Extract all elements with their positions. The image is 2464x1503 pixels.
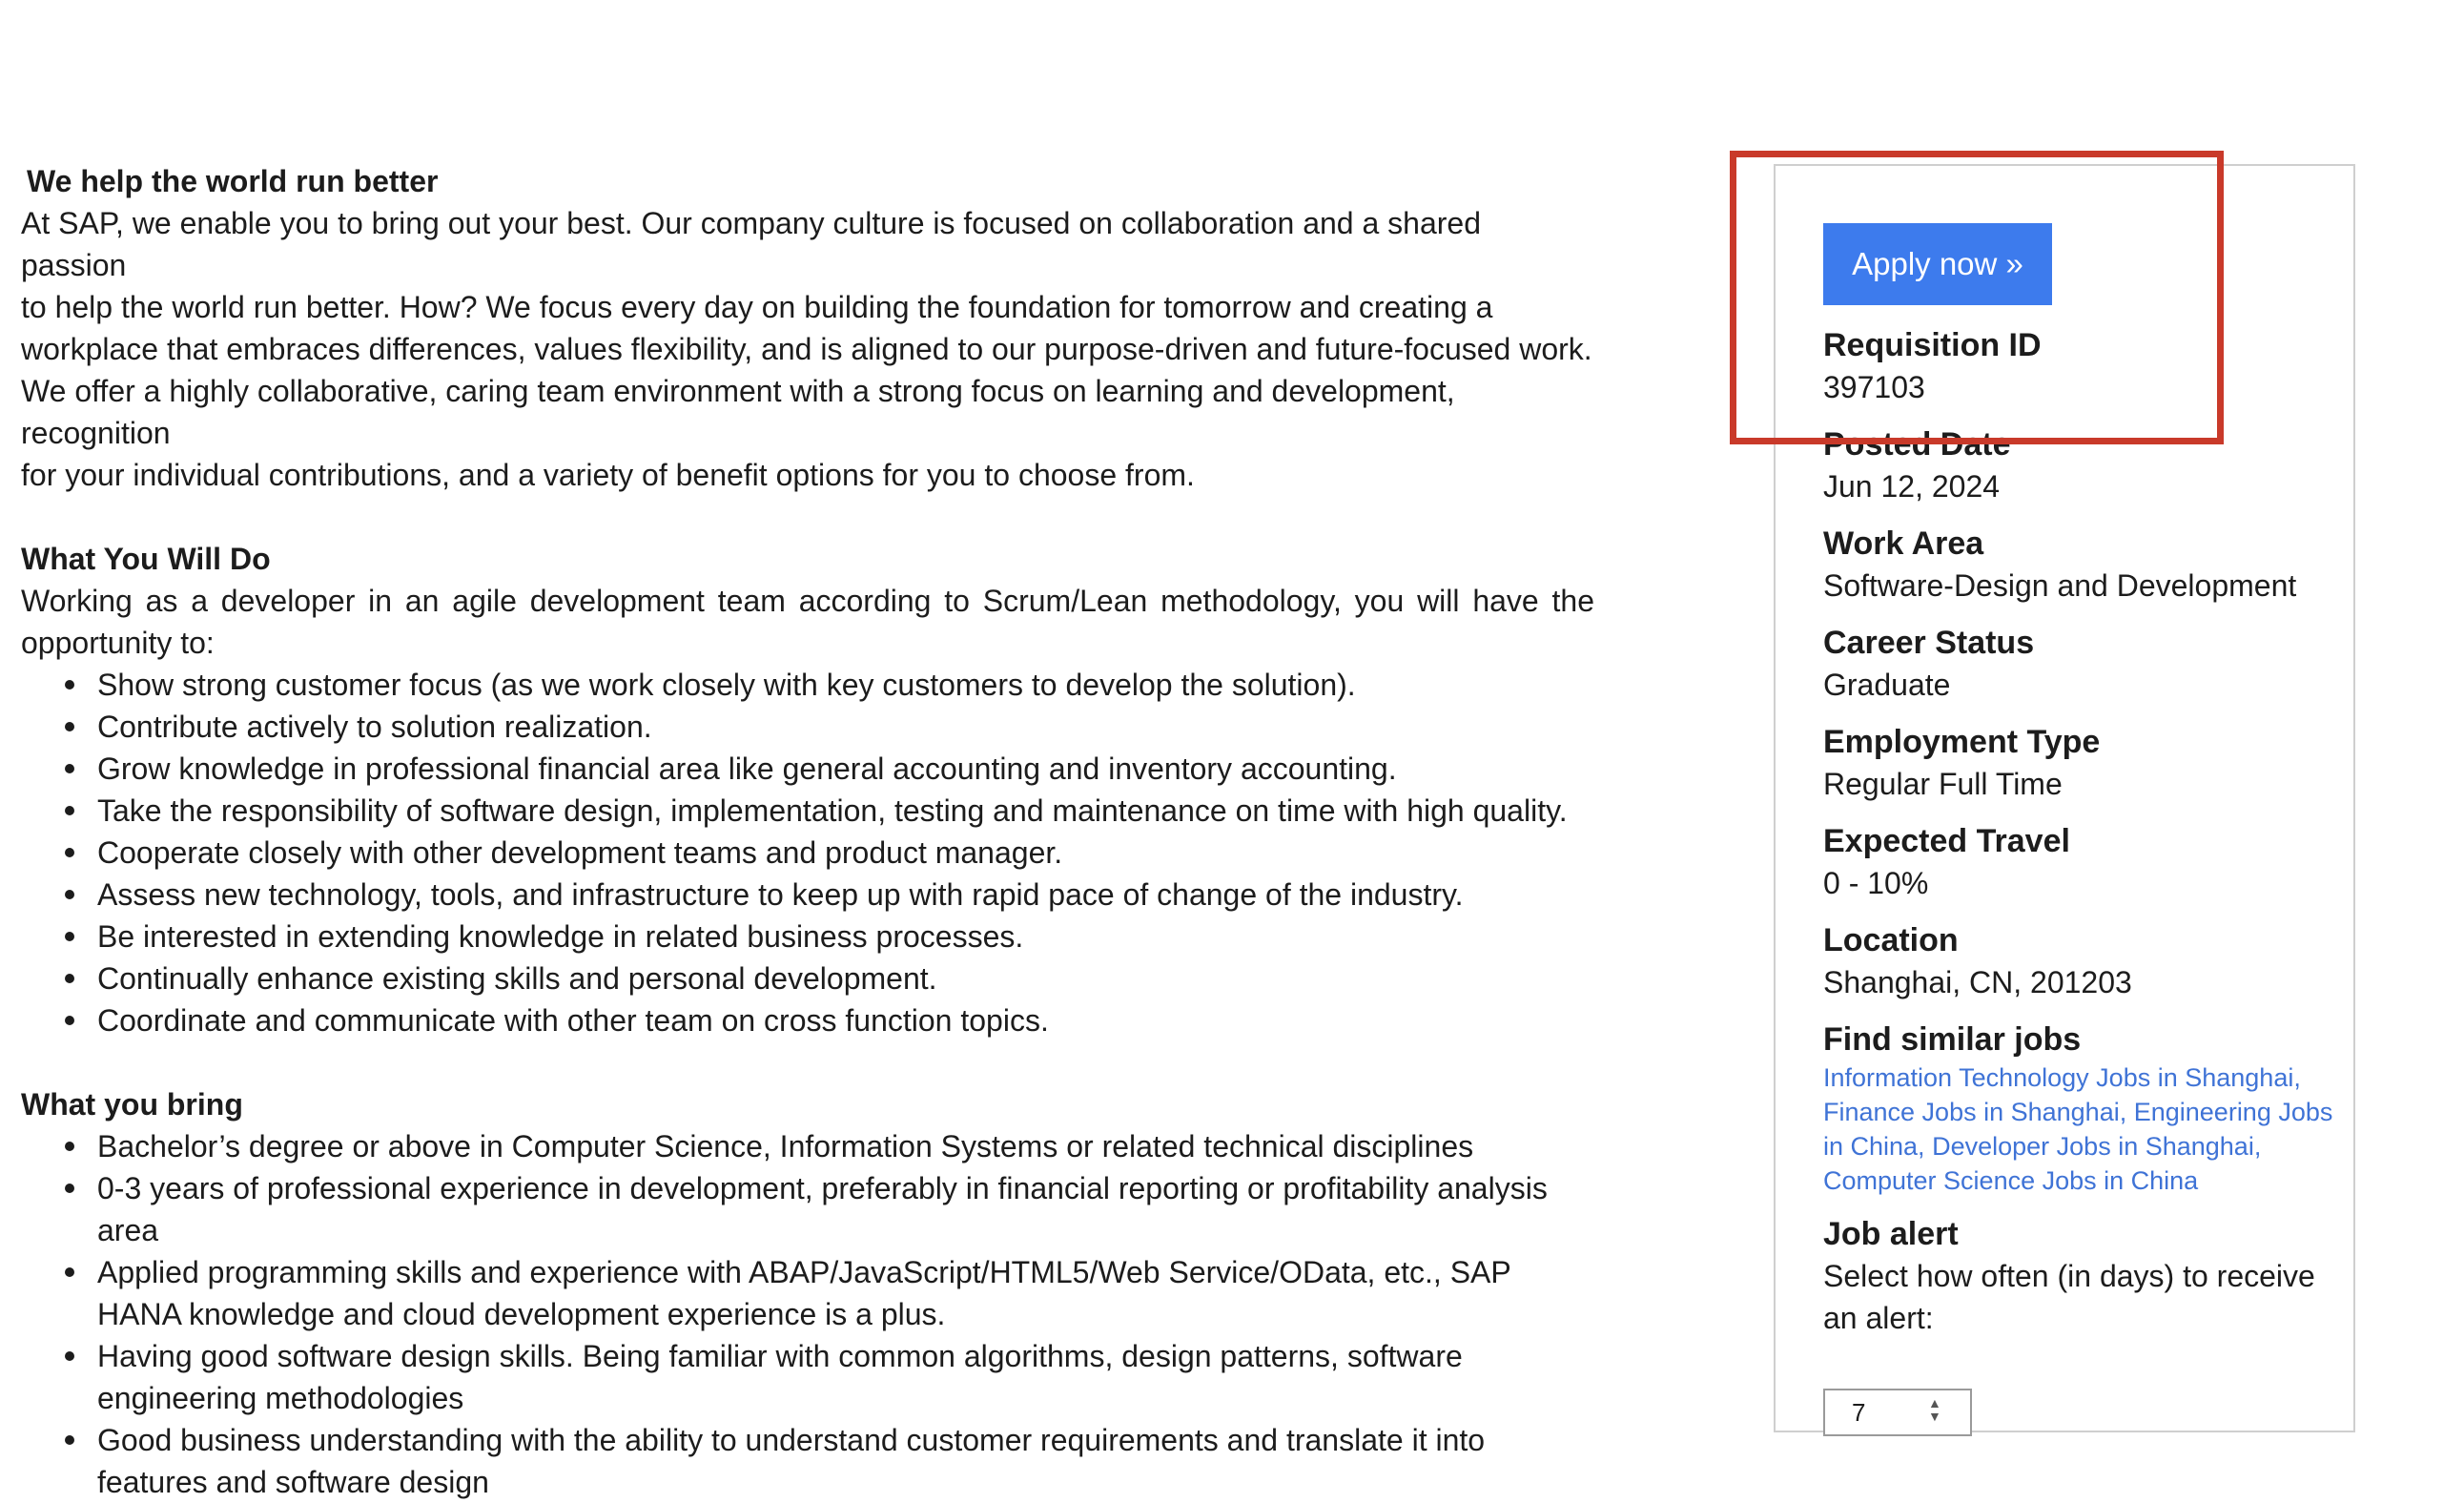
bullet-icon <box>65 1016 74 1025</box>
field-label: Job alert <box>1823 1216 1959 1252</box>
list-item: Contribute actively to solution realizat… <box>65 706 1594 748</box>
field-label: Requisition ID <box>1823 327 2042 363</box>
bullet-icon <box>65 1267 74 1277</box>
apply-now-button[interactable]: Apply now » <box>1823 223 2052 305</box>
bullet-icon <box>65 764 74 773</box>
what-you-do-intro: Working as a developer in an agile devel… <box>21 584 1594 660</box>
list-item: Continually enhance existing skills and … <box>65 957 1594 999</box>
field-label: Posted Date <box>1823 426 2011 463</box>
similar-job-link[interactable]: Computer Science Jobs in China <box>1823 1166 2198 1195</box>
field-label: Career Status <box>1823 625 2035 661</box>
field-value: Software-Design and Development <box>1823 568 2297 603</box>
job-description: We help the world run better At SAP, we … <box>21 160 1594 1503</box>
field-value: Jun 12, 2024 <box>1823 469 2001 504</box>
bullet-icon <box>65 848 74 857</box>
intro-line: workplace that embraces differences, val… <box>21 332 1592 366</box>
intro-line: to help the world run better. How? We fo… <box>21 290 1493 324</box>
list-item: Bachelor’s degree or above in Computer S… <box>65 1125 1594 1167</box>
field-label: Find similar jobs <box>1823 1021 2082 1058</box>
similar-job-link[interactable]: Developer Jobs in Shanghai, <box>1932 1132 2261 1161</box>
job-alert-field: Job alert Select how often (in days) to … <box>1823 1213 2338 1339</box>
bullet-icon <box>65 890 74 899</box>
job-fields: Requisition ID 397103 Posted Date Jun 12… <box>1823 324 2338 1354</box>
what-you-bring-heading: What you bring <box>21 1087 243 1122</box>
field-value: 397103 <box>1823 370 1925 404</box>
similar-job-link[interactable]: Finance Jobs in Shanghai, <box>1823 1098 2126 1126</box>
list-item: Having good software design skills. Bein… <box>65 1335 1594 1419</box>
bullet-icon <box>65 1351 74 1361</box>
bullet-icon <box>65 1184 74 1193</box>
similar-jobs-links: Information Technology Jobs in Shanghai,… <box>1823 1060 2338 1198</box>
list-item: Take the responsibility of software desi… <box>65 790 1594 832</box>
field-label: Location <box>1823 922 1959 958</box>
list-item: Be interested in extending knowledge in … <box>65 916 1594 957</box>
career-status-field: Career Status Graduate <box>1823 622 2338 706</box>
work-area-field: Work Area Software-Design and Developmen… <box>1823 523 2338 607</box>
bullet-icon <box>65 1142 74 1151</box>
what-you-bring-list: Bachelor’s degree or above in Computer S… <box>21 1125 1594 1503</box>
list-item: Assess new technology, tools, and infras… <box>65 874 1594 916</box>
intro-line: for your individual contributions, and a… <box>21 458 1195 492</box>
bullet-icon <box>65 722 74 731</box>
what-you-do-list: Show strong customer focus (as we work c… <box>21 664 1594 1041</box>
similar-job-link[interactable]: Information Technology Jobs in Shanghai, <box>1823 1063 2301 1092</box>
field-label: Expected Travel <box>1823 823 2070 859</box>
job-alert-description: Select how often (in days) to receive an… <box>1823 1259 2315 1335</box>
list-item: Applied programming skills and experienc… <box>65 1251 1594 1335</box>
field-value: Graduate <box>1823 668 1951 702</box>
bullet-icon <box>65 680 74 690</box>
list-item: Cooperate closely with other development… <box>65 832 1594 874</box>
expected-travel-field: Expected Travel 0 - 10% <box>1823 820 2338 904</box>
stepper-arrows-icon[interactable]: ▲ ▼ <box>1928 1396 1941 1425</box>
bullet-icon <box>65 806 74 815</box>
list-item: Coordinate and communicate with other te… <box>65 999 1594 1041</box>
bullet-icon <box>65 1435 74 1445</box>
requisition-id-field: Requisition ID 397103 <box>1823 324 2338 408</box>
intro-line: At SAP, we enable you to bring out your … <box>21 206 1481 282</box>
similar-jobs-field: Find similar jobs Information Technology… <box>1823 1019 2338 1198</box>
posted-date-field: Posted Date Jun 12, 2024 <box>1823 423 2338 507</box>
field-value: Shanghai, CN, 201203 <box>1823 965 2132 999</box>
list-item: Grow knowledge in professional financial… <box>65 748 1594 790</box>
what-you-do-heading: What You Will Do <box>21 542 271 576</box>
employment-type-field: Employment Type Regular Full Time <box>1823 721 2338 805</box>
intro-line: We offer a highly collaborative, caring … <box>21 374 1455 450</box>
alert-days-value: 7 <box>1852 1398 1866 1427</box>
list-item: Good business understanding with the abi… <box>65 1419 1594 1503</box>
job-info-sidebar: Apply now » Requisition ID 397103 Posted… <box>1774 164 2355 1436</box>
bullet-icon <box>65 932 74 941</box>
list-item: 0-3 years of professional experience in … <box>65 1167 1594 1251</box>
field-label: Employment Type <box>1823 724 2101 760</box>
bullet-icon <box>65 974 74 983</box>
field-label: Work Area <box>1823 525 1984 562</box>
list-item: Show strong customer focus (as we work c… <box>65 664 1594 706</box>
alert-days-stepper[interactable]: 7 ▲ ▼ <box>1823 1389 1972 1436</box>
intro-heading: We help the world run better <box>27 164 439 198</box>
field-value: Regular Full Time <box>1823 767 2063 801</box>
field-value: 0 - 10% <box>1823 866 1929 900</box>
location-field: Location Shanghai, CN, 201203 <box>1823 919 2338 1003</box>
